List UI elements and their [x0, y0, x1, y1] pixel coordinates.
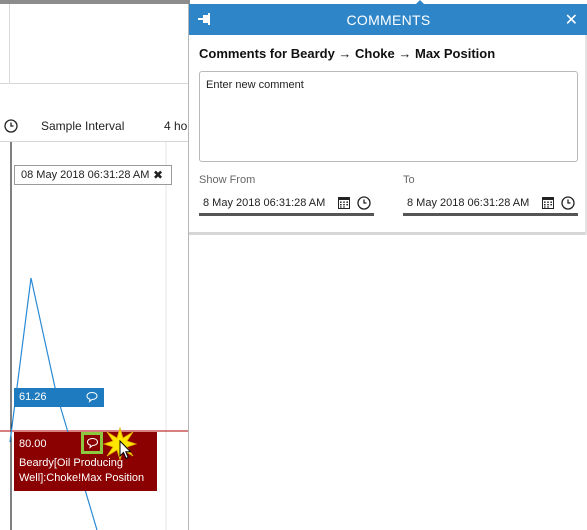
trend-chart[interactable]: 08 May 2018 06:31:28 AM ✖ 61.26 80.00 Be…: [0, 142, 188, 530]
comment-bubble-icon: [86, 437, 99, 449]
toolbar-divider: [9, 4, 10, 84]
show-from-date-value: 8 May 2018 06:31:28 AM: [203, 197, 326, 209]
sample-interval-value[interactable]: 4 ho: [164, 119, 187, 133]
clock-icon[interactable]: [4, 119, 18, 133]
comments-panel: COMMENTS ✕ Comments for Beardy → Choke →…: [188, 0, 587, 530]
cursor-date-text: 08 May 2018 06:31:28 AM: [21, 169, 150, 181]
calendar-icon[interactable]: [338, 196, 350, 209]
value-tooltip-blue: 61.26: [14, 388, 104, 407]
cursor-date-label: 08 May 2018 06:31:28 AM ✖: [14, 165, 172, 185]
tooltip-value: 61.26: [19, 391, 47, 403]
sample-interval-row: Sample Interval 4 ho: [0, 110, 188, 142]
add-comment-button[interactable]: [81, 432, 103, 454]
mouse-pointer-icon: [119, 440, 132, 460]
to-label: To: [403, 174, 415, 186]
comment-bubble-icon[interactable]: [86, 391, 98, 403]
panel-title: COMMENTS: [346, 12, 431, 28]
calendar-icon[interactable]: [542, 196, 554, 209]
new-comment-input[interactable]: [199, 71, 578, 162]
chart-toolbar-area: [0, 4, 188, 84]
clock-icon[interactable]: [561, 196, 575, 210]
panel-header: COMMENTS ✕: [189, 4, 587, 35]
show-from-label: Show From: [199, 174, 256, 186]
close-icon[interactable]: ✖: [153, 168, 163, 182]
close-icon[interactable]: ✕: [565, 10, 578, 30]
app-window: Sample Interval 4 ho 08 May 2018 06:31:2…: [0, 0, 587, 530]
show-from-date-field[interactable]: 8 May 2018 06:31:28 AM: [199, 192, 374, 216]
comments-subtitle: Comments for Beardy → Choke → Max Positi…: [199, 46, 496, 61]
sample-interval-label: Sample Interval: [41, 119, 125, 133]
to-date-field[interactable]: 8 May 2018 06:31:28 AM: [403, 192, 578, 216]
clock-icon[interactable]: [357, 196, 371, 210]
panel-separator: [189, 232, 587, 235]
to-date-value: 8 May 2018 06:31:28 AM: [407, 197, 530, 209]
